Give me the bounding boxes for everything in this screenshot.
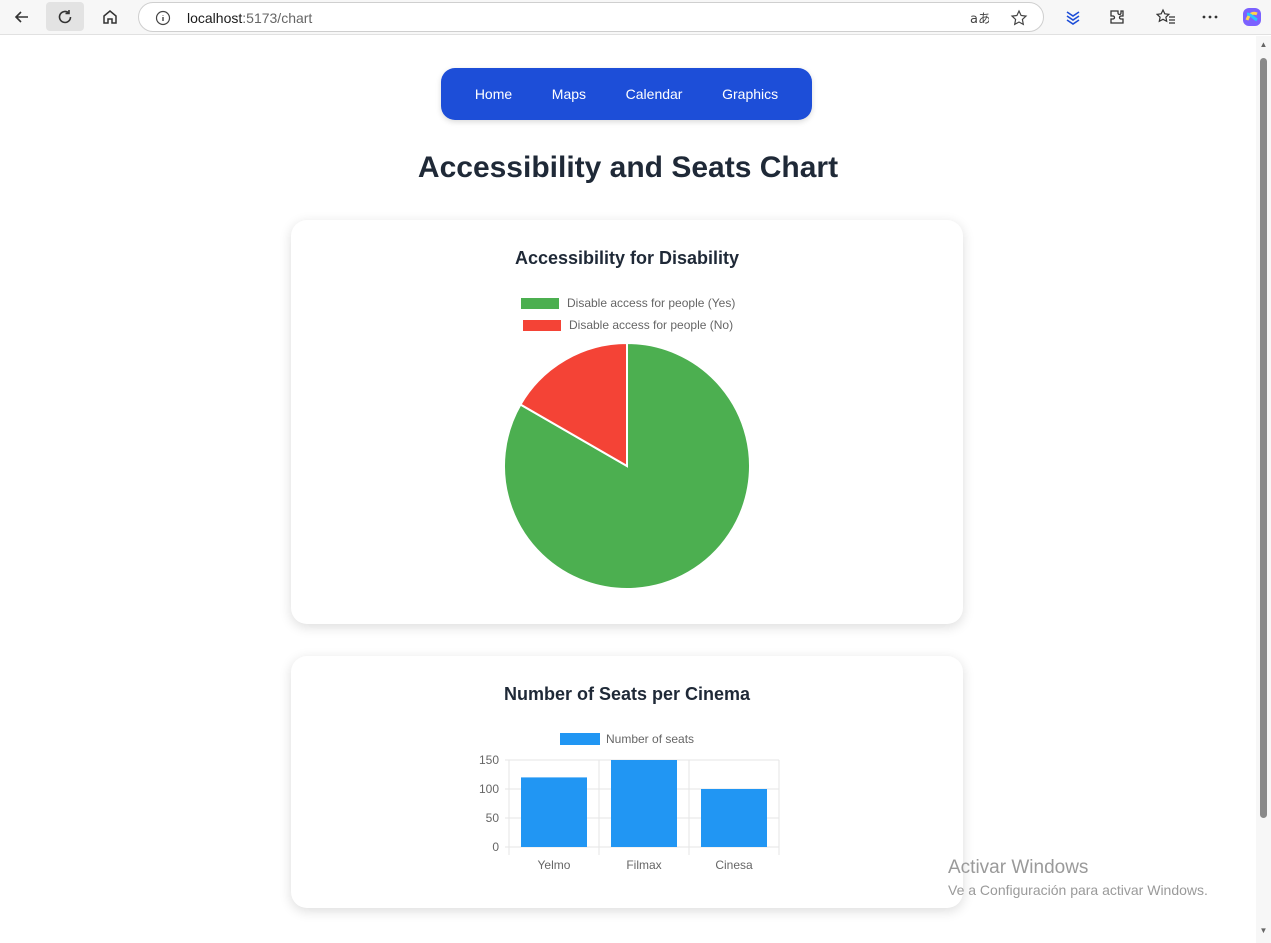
extensions-icon[interactable]: [1105, 5, 1129, 29]
x-tick-label: Filmax: [626, 858, 661, 872]
y-tick-label: 150: [479, 753, 499, 767]
back-button[interactable]: [3, 2, 41, 31]
bar-yelmo[interactable]: [521, 777, 587, 847]
url-text[interactable]: localhost:5173/chart: [187, 10, 312, 26]
favorite-star-icon[interactable]: [1009, 8, 1029, 28]
nav-link-home[interactable]: Home: [475, 86, 512, 102]
info-icon[interactable]: [153, 8, 173, 28]
page-content: Home Maps Calendar Graphics Accessibilit…: [0, 36, 1256, 943]
scroll-up-arrow-icon[interactable]: ▲: [1259, 40, 1268, 49]
scrollbar-thumb[interactable]: [1260, 58, 1267, 818]
bar-chart[interactable]: 0 50 100 150 Yelmo Filmax Cinesa: [291, 656, 963, 908]
scroll-down-arrow-icon[interactable]: ▼: [1259, 926, 1268, 935]
home-button[interactable]: [91, 2, 129, 31]
bar-cinesa[interactable]: [701, 789, 767, 847]
vertical-scrollbar[interactable]: ▲ ▼: [1256, 36, 1271, 943]
more-menu-icon[interactable]: [1198, 5, 1222, 29]
nav-link-maps[interactable]: Maps: [552, 86, 586, 102]
main-navbar: Home Maps Calendar Graphics: [441, 68, 812, 120]
y-tick-label: 0: [492, 840, 499, 854]
pie-chart[interactable]: [291, 220, 963, 624]
reload-icon: [58, 9, 72, 23]
pie-chart-card: Accessibility for Disability Disable acc…: [291, 220, 963, 624]
y-tick-label: 100: [479, 782, 499, 796]
svg-text:aあ: aあ: [970, 12, 989, 26]
y-tick-label: 50: [486, 811, 500, 825]
back-arrow-icon: [14, 10, 28, 23]
nav-link-graphics[interactable]: Graphics: [722, 86, 778, 102]
home-icon: [103, 9, 117, 24]
windows-activation-watermark: Activar Windows Ve a Configuración para …: [948, 857, 1208, 898]
bar-filmax[interactable]: [611, 760, 677, 847]
x-tick-label: Cinesa: [715, 858, 753, 872]
bar-chart-card: Number of Seats per Cinema Number of sea…: [291, 656, 963, 908]
nav-link-calendar[interactable]: Calendar: [626, 86, 683, 102]
copilot-icon[interactable]: [1240, 5, 1264, 29]
reload-button[interactable]: [46, 2, 84, 31]
address-bar[interactable]: localhost:5173/chart aあ: [138, 2, 1044, 32]
x-tick-label: Yelmo: [538, 858, 571, 872]
collections-icon[interactable]: [1061, 5, 1085, 29]
page-title: Accessibility and Seats Chart: [417, 151, 839, 184]
browser-toolbar: localhost:5173/chart aあ: [0, 0, 1271, 35]
translate-icon[interactable]: aあ: [969, 8, 989, 28]
favorites-list-icon[interactable]: [1154, 5, 1178, 29]
